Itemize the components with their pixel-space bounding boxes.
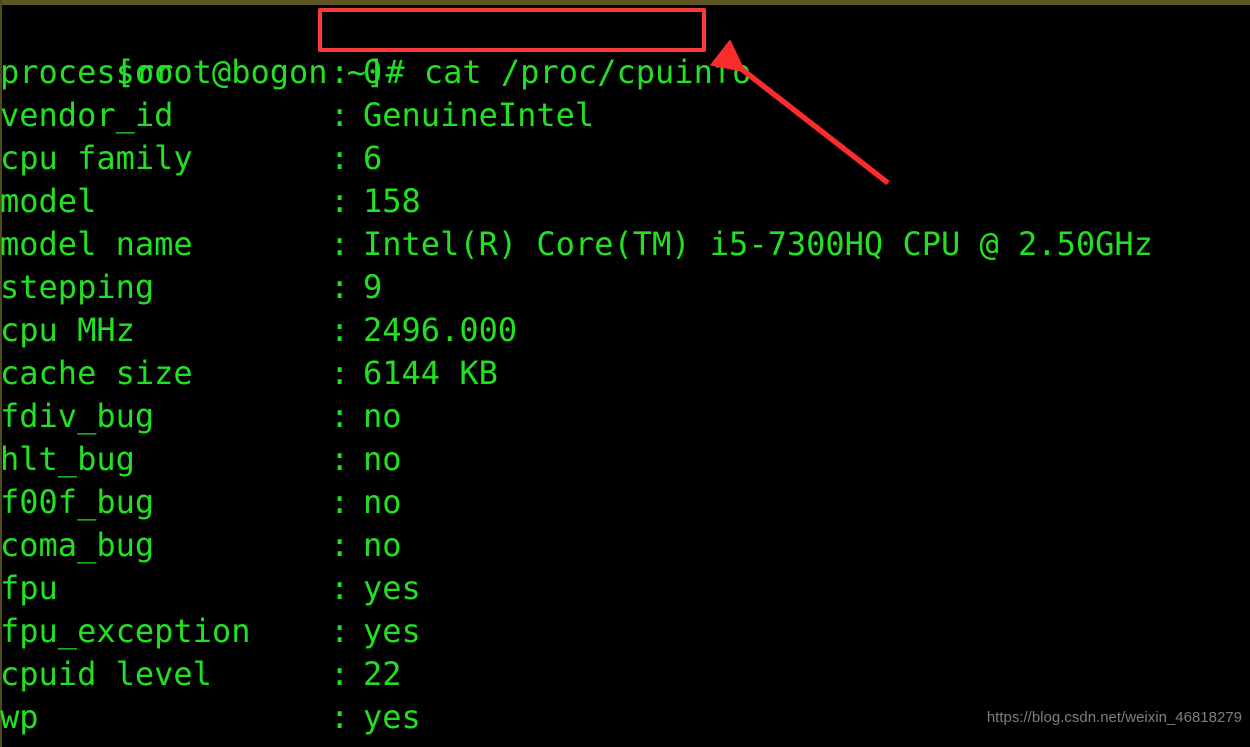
cpuinfo-row: stepping:9 (0, 266, 382, 309)
cpuinfo-separator: : (330, 612, 350, 650)
cpuinfo-field-key: hlt_bug (0, 440, 135, 478)
cpuinfo-field-key: model name (0, 225, 193, 263)
cpuinfo-separator: : (330, 53, 350, 91)
cpuinfo-field-key: stepping (0, 268, 155, 306)
cpuinfo-separator: : (330, 655, 350, 693)
cpuinfo-separator: : (330, 182, 350, 220)
cpuinfo-row: processor:0 (0, 51, 382, 94)
cpuinfo-field-value: 6 (363, 139, 383, 177)
cpuinfo-field-key: coma_bug (0, 526, 155, 564)
cpuinfo-field-value: yes (363, 612, 421, 650)
cpuinfo-field-key: processor (0, 53, 174, 91)
cpuinfo-field-value: GenuineIntel (363, 96, 595, 134)
cpuinfo-separator: : (330, 569, 350, 607)
cpuinfo-row: hlt_bug: no (0, 438, 402, 481)
cpuinfo-separator: : (330, 311, 350, 349)
cpuinfo-field-key: fpu_exception (0, 612, 251, 650)
cpuinfo-field-value: 9 (363, 268, 383, 306)
cpuinfo-separator: : (330, 526, 350, 564)
cpuinfo-field-value: 6144 KB (363, 354, 498, 392)
cpuinfo-separator: : (330, 440, 350, 478)
cpuinfo-separator: : (330, 397, 350, 435)
cpuinfo-field-value: no (363, 440, 402, 478)
terminal-screen[interactable]: [root@bogon ~]# cat /proc/cpuinfo proces… (0, 5, 1250, 747)
cpuinfo-field-value: 158 (363, 182, 421, 220)
cpuinfo-field-value: 22 (363, 655, 402, 693)
cpuinfo-row: cpu MHz:2496.000 (0, 309, 517, 352)
cpuinfo-row: cache size:6144 KB (0, 352, 498, 395)
cpuinfo-field-key: cpu MHz (0, 311, 135, 349)
cpuinfo-field-value: no (363, 397, 402, 435)
cpuinfo-separator: : (330, 96, 350, 134)
cpuinfo-row: wp: yes (0, 696, 421, 739)
terminal-prompt-line: [root@bogon ~]# cat /proc/cpuinfo (0, 8, 752, 91)
watermark-text: https://blog.csdn.net/weixin_46818279 (986, 709, 1242, 726)
cpuinfo-field-value: Intel(R) Core(TM) i5-7300HQ CPU @ 2.50GH… (363, 225, 1153, 263)
cpuinfo-separator: : (330, 483, 350, 521)
cpuinfo-field-key: vendor_id (0, 96, 174, 134)
cpuinfo-field-key: model (0, 182, 97, 220)
cpuinfo-field-key: wp (0, 698, 39, 736)
cpuinfo-row: cpu family:6 (0, 137, 382, 180)
cpuinfo-field-value: yes (363, 569, 421, 607)
cpuinfo-field-key: cpuid level (0, 655, 212, 693)
cpuinfo-separator: : (330, 354, 350, 392)
terminal-window[interactable]: [root@bogon ~]# cat /proc/cpuinfo proces… (0, 0, 1250, 747)
cpuinfo-separator: : (330, 698, 350, 736)
cpuinfo-row: cpuid level:22 (0, 653, 402, 696)
cpuinfo-field-value: 2496.000 (363, 311, 518, 349)
cpuinfo-separator: : (330, 268, 350, 306)
cpuinfo-row: model name: Intel(R) Core(TM) i5-7300HQ C… (0, 223, 1153, 266)
cpuinfo-row: fdiv_bug: no (0, 395, 402, 438)
cpuinfo-row: fpu_exception: yes (0, 610, 421, 653)
cpuinfo-field-key: fpu (0, 569, 58, 607)
cpuinfo-field-value: yes (363, 698, 421, 736)
cpuinfo-field-key: cpu family (0, 139, 193, 177)
cpuinfo-field-key: fdiv_bug (0, 397, 155, 435)
cpuinfo-row: model:158 (0, 180, 421, 223)
shell-command[interactable]: cat /proc/cpuinfo (424, 53, 752, 91)
cpuinfo-row: coma_bug: no (0, 524, 402, 567)
cpuinfo-row: f00f_bug: no (0, 481, 402, 524)
cpuinfo-separator: : (330, 225, 350, 263)
cpuinfo-field-key: cache size (0, 354, 193, 392)
cpuinfo-field-value: no (363, 483, 402, 521)
cpuinfo-row: fpu: yes (0, 567, 421, 610)
cpuinfo-separator: : (330, 139, 350, 177)
cpuinfo-field-value: no (363, 526, 402, 564)
cpuinfo-row: vendor_id: GenuineIntel (0, 94, 594, 137)
cpuinfo-field-key: f00f_bug (0, 483, 155, 521)
cpuinfo-field-value: 0 (363, 53, 383, 91)
